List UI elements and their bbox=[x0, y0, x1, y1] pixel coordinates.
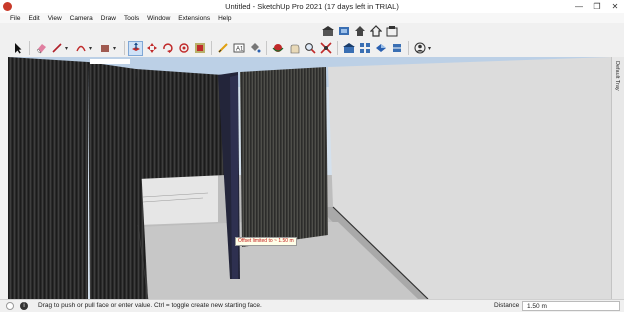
model-scene bbox=[8, 57, 611, 299]
share-icon[interactable] bbox=[352, 24, 367, 39]
zoom-extents-icon[interactable] bbox=[318, 41, 333, 56]
tray-label: Default Tray bbox=[614, 61, 620, 91]
window-controls: — ❐ ✕ bbox=[570, 0, 624, 13]
status-bar: i Drag to push or pull face or enter val… bbox=[0, 299, 624, 312]
scale-icon[interactable] bbox=[176, 41, 191, 56]
menu-camera[interactable]: Camera bbox=[66, 13, 97, 23]
close-button[interactable]: ✕ bbox=[606, 0, 624, 13]
offset-tooltip: Offset limited to ~ 1.50 m bbox=[235, 237, 297, 246]
measurement-input[interactable]: 1.50 m bbox=[522, 301, 620, 311]
chevron-down-icon[interactable]: ▾ bbox=[113, 45, 119, 52]
minimize-button[interactable]: — bbox=[570, 0, 588, 13]
drawing-viewport[interactable]: Offset limited to ~ 1.50 m bbox=[8, 57, 611, 299]
title-bar: Untitled - SketchUp Pro 2021 (17 days le… bbox=[0, 0, 624, 13]
eraser-icon[interactable] bbox=[33, 41, 48, 56]
main-toolbar: ▾ ▾ ▾ A1 ▾ bbox=[10, 39, 436, 57]
warehouse-toolbar bbox=[320, 22, 400, 40]
measurement-label: Distance bbox=[494, 302, 520, 309]
arc-icon[interactable] bbox=[73, 41, 88, 56]
toolbar-divider bbox=[408, 41, 409, 55]
info-icon[interactable]: i bbox=[20, 302, 28, 310]
warehouse-icon[interactable] bbox=[320, 24, 335, 39]
offset-icon[interactable] bbox=[192, 41, 207, 56]
toolbar-divider bbox=[266, 41, 267, 55]
window-title: Untitled - SketchUp Pro 2021 (17 days le… bbox=[225, 2, 399, 11]
tape-measure-icon[interactable] bbox=[215, 41, 230, 56]
pan-icon[interactable] bbox=[286, 41, 301, 56]
warehouse-icon[interactable] bbox=[341, 41, 356, 56]
extension-warehouse-icon[interactable] bbox=[368, 24, 383, 39]
toolbar-divider bbox=[124, 41, 125, 55]
account-icon[interactable] bbox=[412, 41, 427, 56]
menu-window[interactable]: Window bbox=[143, 13, 174, 23]
maximize-button[interactable]: ❐ bbox=[588, 0, 606, 13]
chevron-down-icon[interactable]: ▾ bbox=[428, 45, 434, 52]
line-icon[interactable] bbox=[49, 41, 64, 56]
default-tray-tab[interactable]: Default Tray bbox=[611, 57, 624, 299]
select-icon[interactable] bbox=[10, 41, 25, 56]
paint-bucket-icon[interactable] bbox=[247, 41, 262, 56]
status-hint: Drag to push or pull face or enter value… bbox=[38, 302, 262, 309]
menu-file[interactable]: File bbox=[6, 13, 24, 23]
chevron-down-icon[interactable]: ▾ bbox=[65, 45, 71, 52]
menu-bar: File Edit View Camera Draw Tools Window … bbox=[0, 13, 624, 23]
toolbar-divider bbox=[337, 41, 338, 55]
move-icon[interactable] bbox=[144, 41, 159, 56]
svg-text:A1: A1 bbox=[236, 47, 244, 53]
orbit-icon[interactable] bbox=[270, 41, 285, 56]
layout-icon[interactable] bbox=[384, 24, 399, 39]
menu-extensions[interactable]: Extensions bbox=[174, 13, 214, 23]
chevron-down-icon[interactable]: ▾ bbox=[89, 45, 95, 52]
rotate-icon[interactable] bbox=[160, 41, 175, 56]
shape-icon[interactable] bbox=[97, 41, 112, 56]
menu-draw[interactable]: Draw bbox=[97, 13, 120, 23]
menu-help[interactable]: Help bbox=[214, 13, 235, 23]
menu-view[interactable]: View bbox=[44, 13, 66, 23]
menu-edit[interactable]: Edit bbox=[24, 13, 43, 23]
push-pull-icon[interactable] bbox=[128, 40, 143, 56]
geolocation-icon[interactable] bbox=[6, 302, 14, 310]
text-icon[interactable]: A1 bbox=[231, 41, 246, 56]
zoom-icon[interactable] bbox=[302, 41, 317, 56]
toolbar-divider bbox=[211, 41, 212, 55]
section-icon[interactable] bbox=[389, 41, 404, 56]
component-icon[interactable] bbox=[336, 24, 351, 39]
styles-icon[interactable] bbox=[373, 41, 388, 56]
menu-tools[interactable]: Tools bbox=[120, 13, 143, 23]
toolbar-divider bbox=[29, 41, 30, 55]
extension-icon[interactable] bbox=[357, 41, 372, 56]
